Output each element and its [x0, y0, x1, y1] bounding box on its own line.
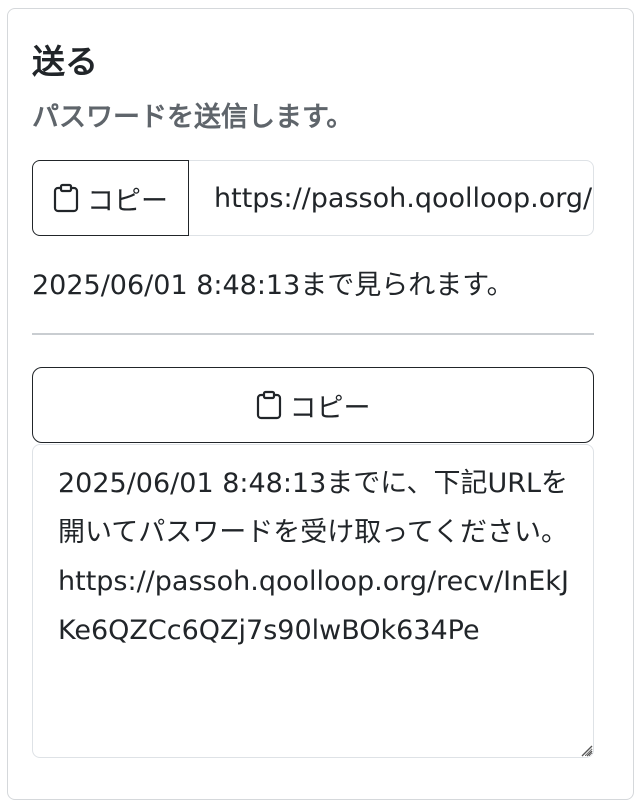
copy-url-label: コピー [87, 185, 168, 216]
copy-message-label: コピー [289, 392, 371, 423]
url-input-group: コピー [32, 160, 594, 236]
clipboard-icon [53, 183, 79, 213]
message-textarea[interactable]: 2025/06/01 8:48:13までに、下記URLを開いてパスワードを受け取… [32, 444, 594, 758]
card-title: 送る [32, 42, 98, 81]
expiry-text: 2025/06/01 8:48:13まで見られます。 [32, 270, 514, 301]
resize-grip-icon[interactable] [579, 743, 593, 757]
clipboard-icon [256, 390, 281, 420]
copy-message-button[interactable]: コピー [32, 367, 594, 443]
divider [32, 333, 594, 335]
share-url-field[interactable] [188, 160, 594, 236]
copy-url-button[interactable]: コピー [32, 160, 189, 236]
card-subtitle: パスワードを送信します。 [32, 102, 354, 133]
